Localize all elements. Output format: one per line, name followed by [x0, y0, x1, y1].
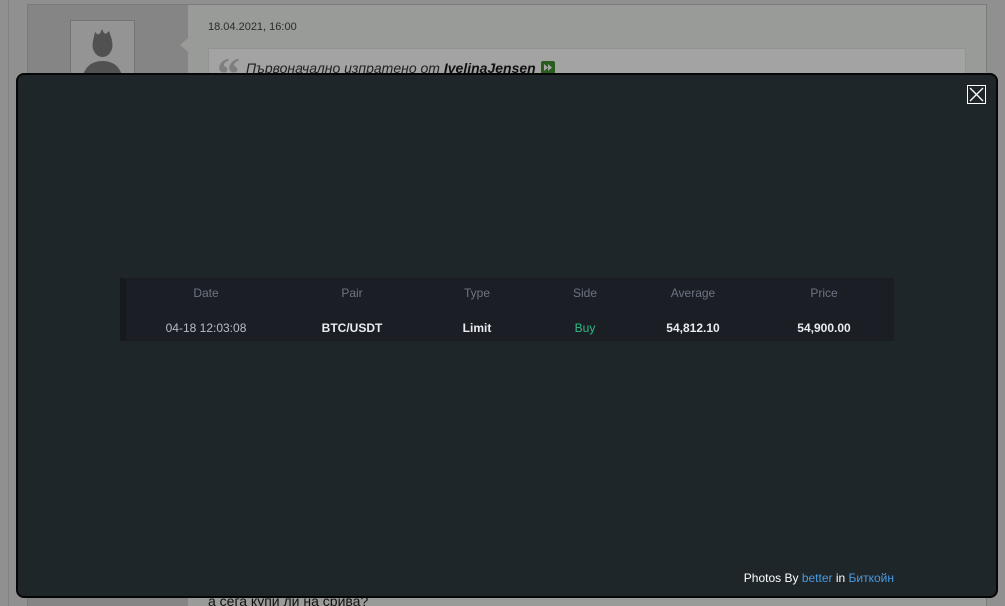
table-header-price: Price	[810, 286, 838, 300]
close-icon	[967, 85, 986, 104]
table-cell-pair: BTC/USDT	[321, 321, 383, 335]
table-header-pair: Pair	[341, 286, 363, 300]
lightbox-modal: Date Pair Type Side Average Price 04-18 …	[16, 73, 998, 598]
caption-prefix: Photos By	[743, 571, 799, 585]
table-header-date: Date	[193, 286, 219, 300]
table-cell-date: 04-18 12:03:08	[165, 321, 247, 335]
table-cell-average: 54,812.10	[666, 321, 720, 335]
table-cell-price: 54,900.00	[797, 321, 851, 335]
lightbox-caption: Photos By better in Биткойн	[744, 571, 894, 585]
close-button[interactable]	[967, 85, 986, 104]
caption-album-link[interactable]: Биткойн	[849, 571, 894, 585]
table-header-average: Average	[670, 286, 716, 300]
caption-user-link[interactable]: better	[802, 571, 833, 585]
lightbox-image: Date Pair Type Side Average Price 04-18 …	[120, 278, 894, 341]
caption-connector: in	[835, 571, 846, 585]
